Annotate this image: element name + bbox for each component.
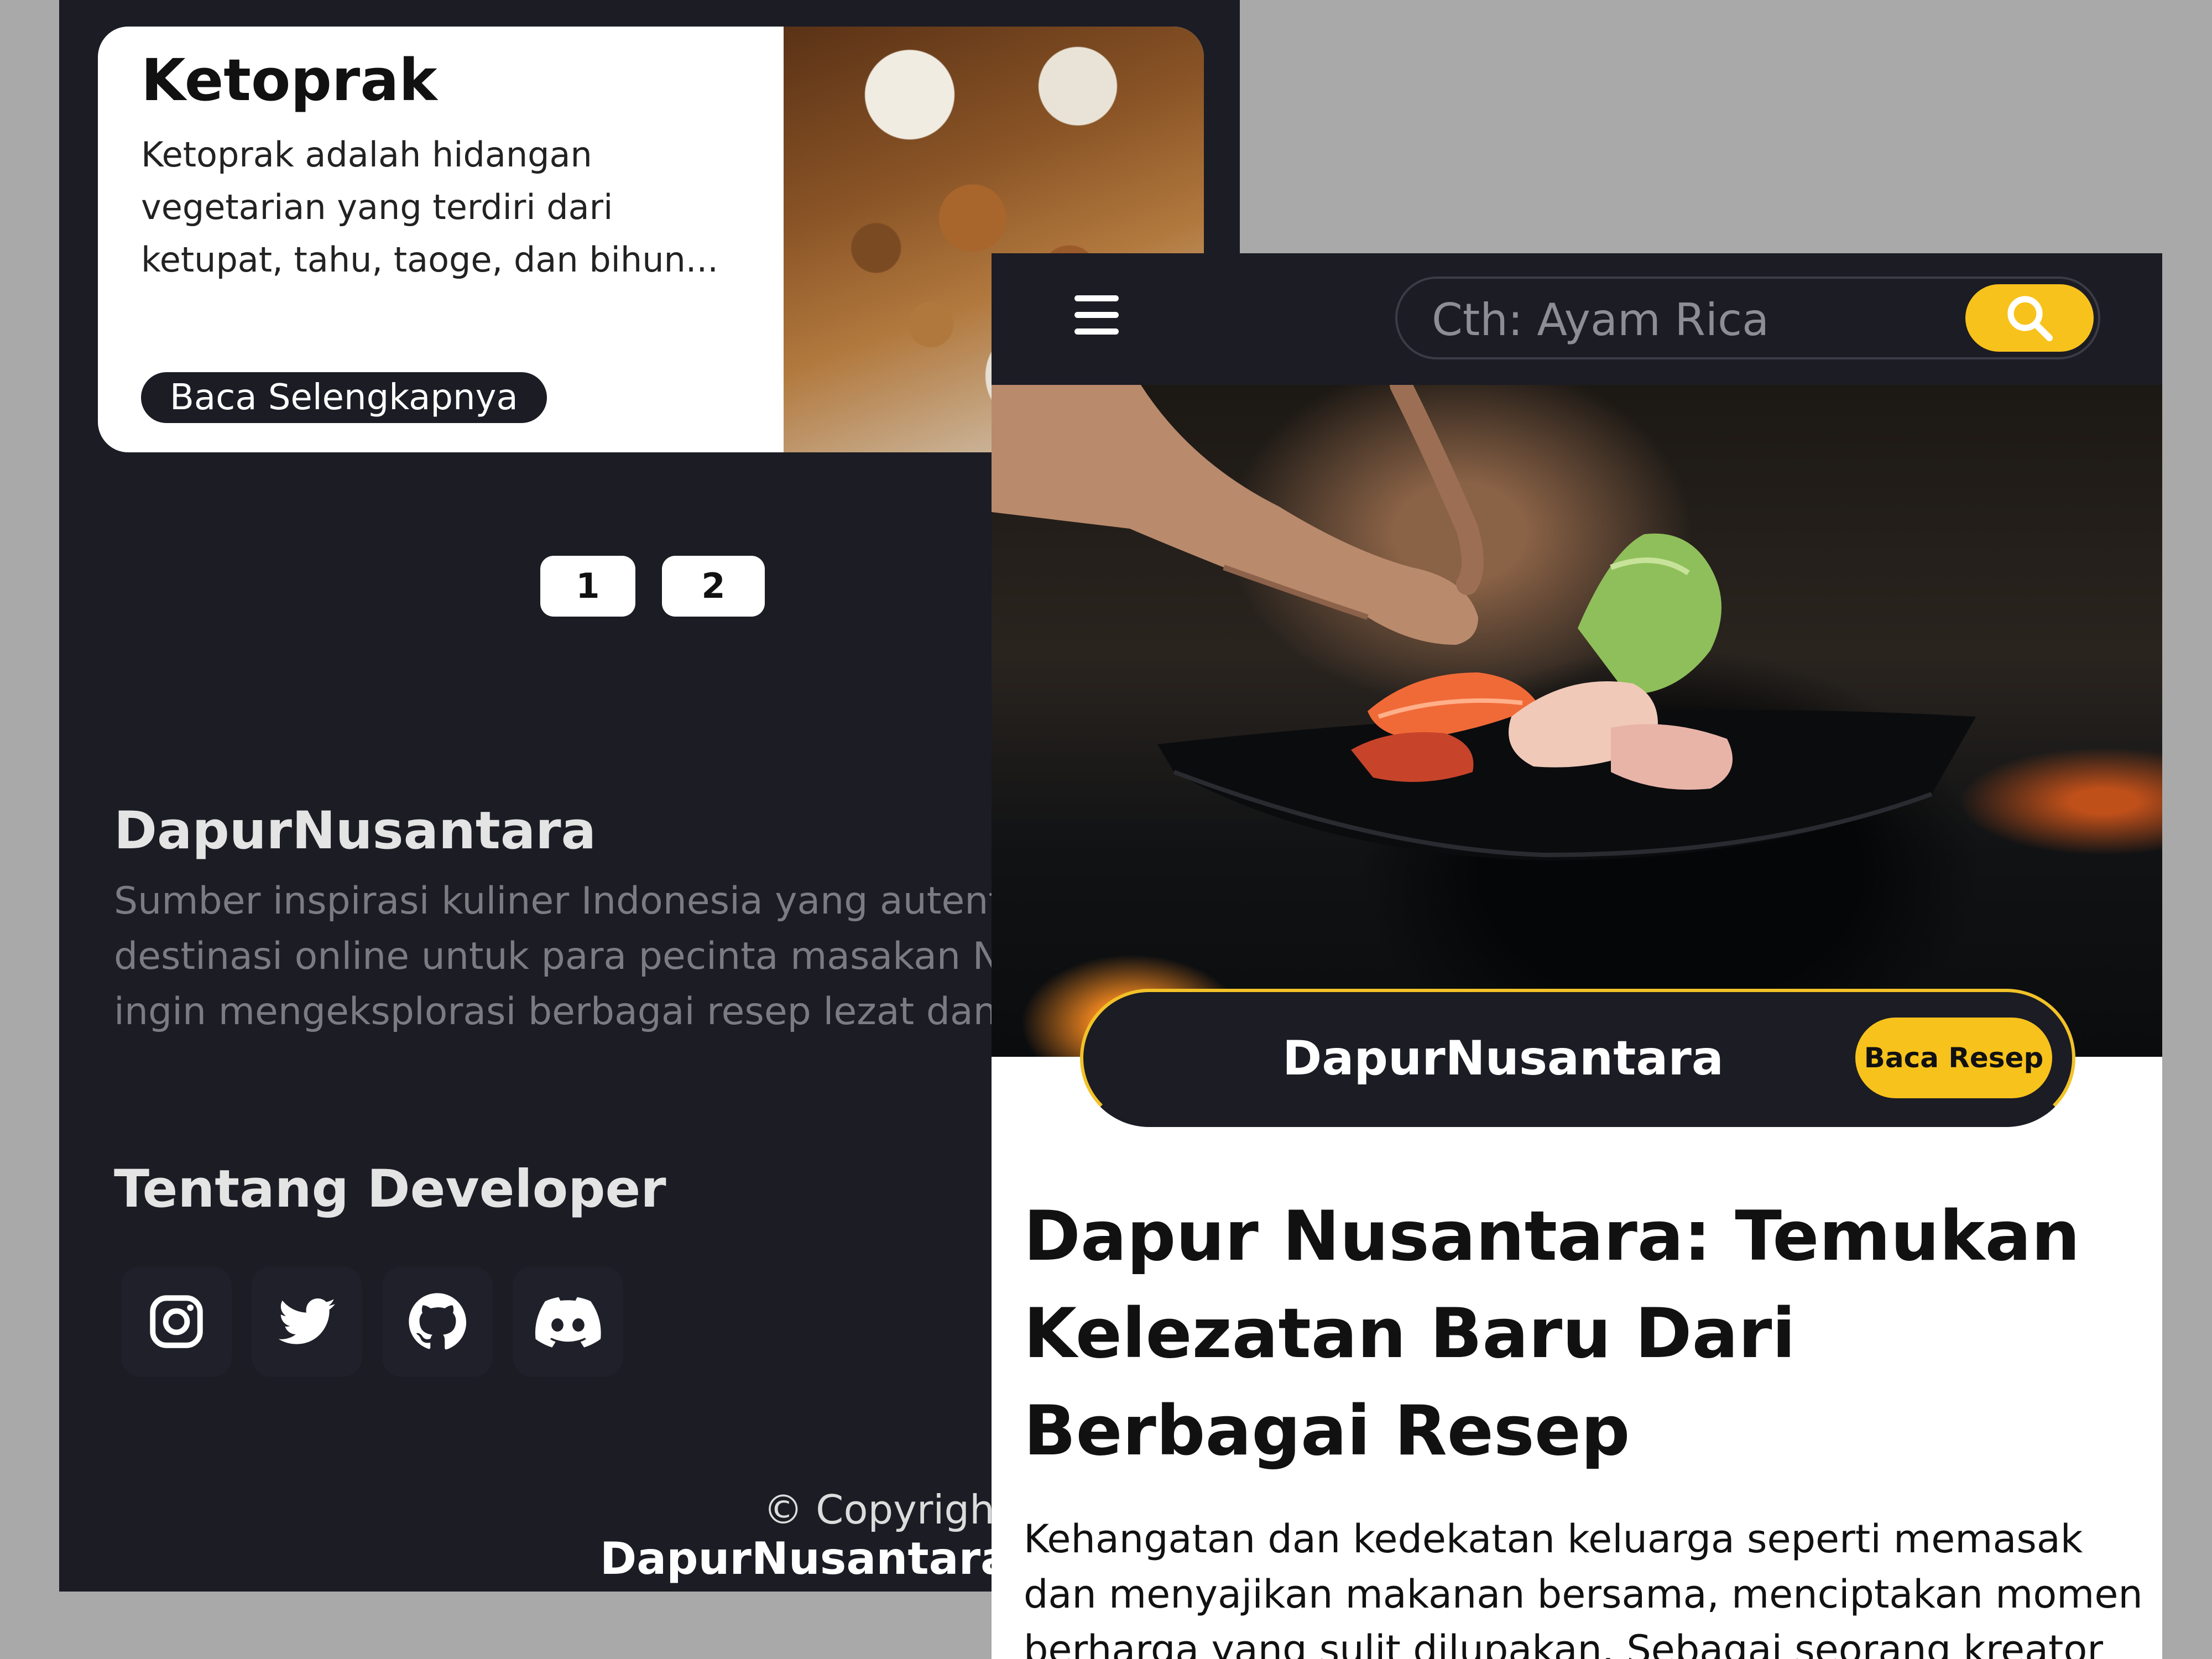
search-input[interactable] xyxy=(1431,289,1931,351)
search-icon xyxy=(2007,296,2053,341)
page-button-1[interactable]: 1 xyxy=(540,556,635,617)
front-screen: DapurNusantara Baca Resep Dapur Nusantar… xyxy=(992,253,2162,1659)
twitter-link[interactable] xyxy=(252,1266,362,1377)
search-bar xyxy=(1395,276,2100,359)
github-link[interactable] xyxy=(382,1266,493,1377)
footer-brand-title: DapurNusantara xyxy=(114,801,597,861)
recipe-card-text: Ketoprak Ketoprak adalah hidangan vegeta… xyxy=(141,46,722,286)
pagination: 1 2 xyxy=(540,556,765,617)
instagram-link[interactable] xyxy=(121,1266,232,1377)
twitter-icon xyxy=(278,1298,336,1344)
header-bar xyxy=(992,253,2162,385)
hero-image xyxy=(992,385,2162,1057)
copyright-brand: DapurNusantara xyxy=(599,1533,1010,1584)
read-more-button[interactable]: Baca Selengkapnya xyxy=(141,372,547,423)
read-recipe-button[interactable]: Baca Resep xyxy=(1855,1018,2052,1098)
developer-section-title: Tentang Developer xyxy=(114,1159,666,1219)
article-title: Dapur Nusantara: Temukan Kelezatan Baru … xyxy=(1024,1197,2080,1471)
page-button-2[interactable]: 2 xyxy=(662,556,765,617)
hero-brand-title: DapurNusantara xyxy=(1282,1031,1724,1086)
discord-icon xyxy=(535,1297,601,1348)
hero-banner: DapurNusantara Baca Resep xyxy=(1080,989,2075,1127)
recipe-card-description: Ketoprak adalah hidangan vegetarian yang… xyxy=(141,134,718,280)
social-links xyxy=(121,1266,623,1377)
github-icon xyxy=(409,1293,467,1350)
sashimi-plating-illustration xyxy=(992,385,1976,860)
hamburger-menu-icon[interactable] xyxy=(1074,295,1119,335)
discord-link[interactable] xyxy=(513,1266,623,1377)
article-body: Kehangatan dan kedekatan keluarga sepert… xyxy=(1024,1516,2143,1659)
copyright-prefix: © Copyright xyxy=(763,1486,1010,1533)
recipe-card-title: Ketoprak xyxy=(141,46,437,114)
copyright-text: © Copyright DapurNusantara xyxy=(347,1486,1010,1584)
search-button[interactable] xyxy=(1965,284,2094,352)
instagram-icon xyxy=(150,1295,203,1348)
